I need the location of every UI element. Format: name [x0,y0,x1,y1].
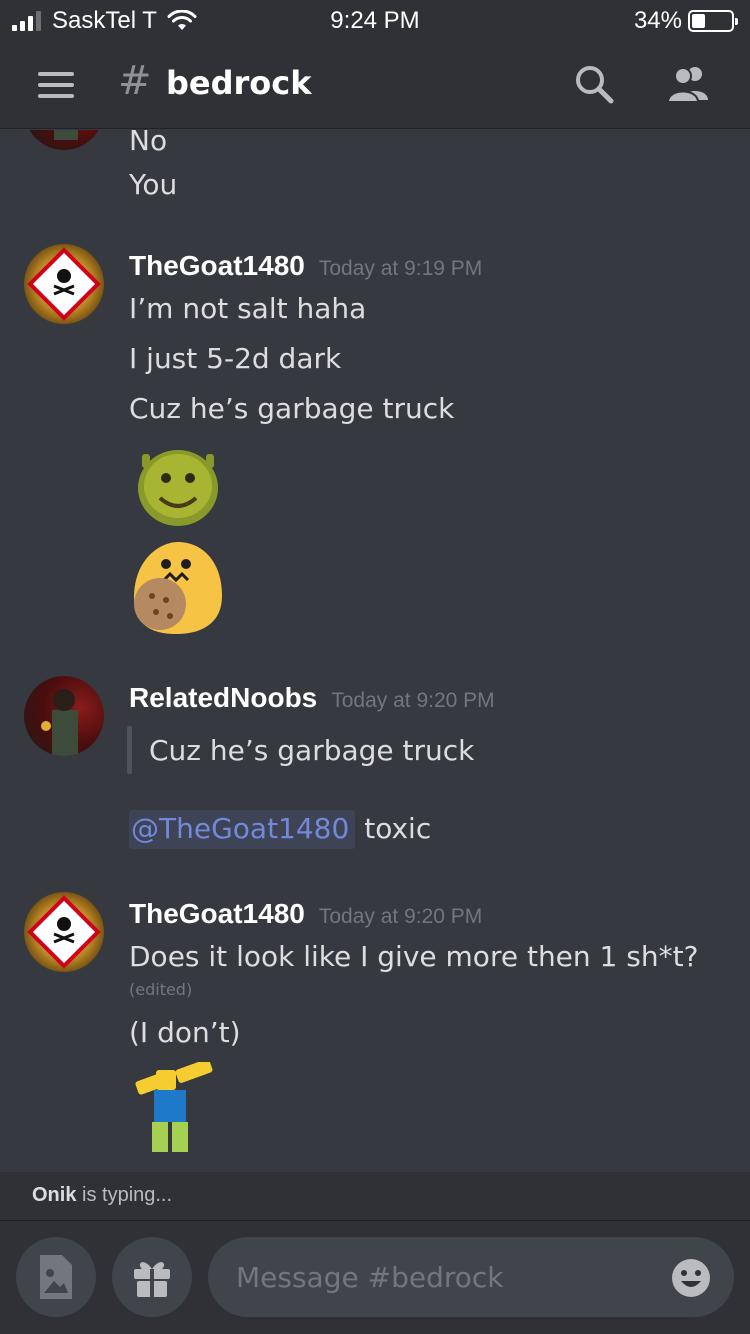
message-composer [0,1220,750,1334]
author-name[interactable]: RelatedNoobs [129,682,317,713]
quote-bar [127,726,132,774]
typing-text: Onik is typing... [32,1184,172,1207]
channel-name: bedrock [166,64,312,102]
avatar[interactable] [24,130,104,150]
upload-image-button[interactable] [16,1237,96,1317]
status-right: 34% [633,7,738,35]
dab-noob-emoji[interactable] [130,1062,220,1158]
message-text: I’m not salt haha [129,292,367,325]
battery-percent: 34% [633,7,682,34]
cookie-blob-emoji[interactable] [126,538,226,638]
channel-hash-icon: # [118,58,152,104]
message-text: Cuz he’s garbage truck [129,392,455,425]
typing-user: Onik [32,1184,77,1206]
emoji-icon[interactable] [670,1257,712,1299]
avatar[interactable] [24,244,104,324]
search-icon[interactable] [572,62,616,106]
user-mention[interactable]: @TheGoat1480 [129,810,356,849]
gift-icon [134,1262,170,1297]
avatar[interactable] [24,676,104,756]
battery-icon [688,10,738,32]
message-author[interactable]: RelatedNoobs Today at 9:20 PM [129,682,495,714]
message-text: (I don’t) [129,1016,241,1049]
message-text: You [129,168,178,201]
author-name[interactable]: TheGoat1480 [129,898,305,929]
typing-suffix: is typing... [76,1184,173,1206]
message-input[interactable] [208,1237,734,1317]
channel-header: # bedrock [0,40,750,129]
hamburger-icon[interactable] [38,72,74,98]
image-icon [40,1255,72,1299]
toxic-sign-icon [27,247,101,321]
message-author[interactable]: TheGoat1480 Today at 9:19 PM [129,250,482,282]
toxic-sign-icon [27,895,101,969]
shrek-emoji[interactable] [130,436,226,532]
message-timestamp: Today at 9:20 PM [331,689,495,712]
gift-button[interactable] [112,1237,192,1317]
members-icon[interactable] [664,64,714,104]
message-timestamp: Today at 9:20 PM [318,905,483,928]
quote-text: Cuz he’s garbage truck [149,734,475,767]
message-text: @TheGoat1480 toxic [129,810,432,849]
status-bar: SaskTel T 9:24 PM 34% [0,0,750,40]
message-timestamp: Today at 9:19 PM [318,257,483,280]
message-text: Does it look like I give more then 1 sh*… [129,940,699,973]
message-text: No [129,130,168,157]
avatar[interactable] [24,892,104,972]
mention-text: toxic [364,812,432,845]
message-list[interactable]: No You TheGoat1480 Today at 9:19 PM I’m n… [0,130,750,1170]
message-text: I just 5-2d dark [129,342,342,375]
message-author[interactable]: TheGoat1480 Today at 9:20 PM [129,898,482,930]
edited-label: (edited) [129,980,193,999]
typing-indicator: Onik is typing... [0,1172,750,1220]
author-name[interactable]: TheGoat1480 [129,250,305,281]
